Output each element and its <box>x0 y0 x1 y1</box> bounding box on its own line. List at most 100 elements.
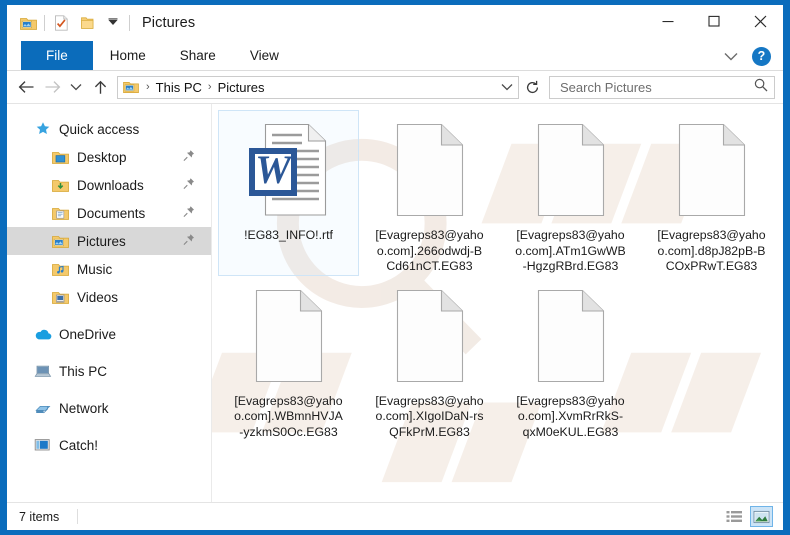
file-name: [Evagreps83@yahoo.com].XIgoIDaN-rsQFkPrM… <box>375 393 484 439</box>
toolbar-divider-2 <box>129 15 130 31</box>
pin-icon[interactable] <box>183 234 195 249</box>
videos-folder-icon <box>51 290 70 305</box>
sidebar-label: OneDrive <box>59 326 117 342</box>
sidebar-item-network[interactable]: Network <box>7 394 211 422</box>
sidebar-label: This PC <box>59 363 108 379</box>
back-button[interactable] <box>13 74 39 100</box>
ribbon-right-controls: ? <box>718 41 779 71</box>
address-bar-controls <box>496 77 518 98</box>
tab-view[interactable]: View <box>233 41 296 70</box>
tab-share[interactable]: Share <box>163 41 233 70</box>
pin-icon[interactable] <box>183 150 195 165</box>
file-item[interactable]: [Evagreps83@yahoo.com].XvmRrRkS-qxM0eKUL… <box>500 276 641 442</box>
pin-icon[interactable] <box>183 206 195 221</box>
explorer-window: Pictures File Home Share View ? › This P… <box>6 4 784 531</box>
chevron-down-icon-address[interactable] <box>496 77 518 98</box>
refresh-button[interactable] <box>519 74 545 100</box>
address-bar[interactable]: › This PC › Pictures <box>117 75 519 99</box>
tab-home[interactable]: Home <box>93 41 163 70</box>
details-view-icon[interactable] <box>723 506 746 527</box>
sidebar-label: Music <box>77 261 113 277</box>
pictures-folder-icon-breadcrumb <box>123 80 139 94</box>
window-title: Pictures <box>142 15 196 31</box>
pin-icon[interactable] <box>183 178 195 193</box>
up-button[interactable] <box>87 74 113 100</box>
file-name: [Evagreps83@yahoo.com].266odwdj-BCd61nCT… <box>375 228 484 273</box>
sidebar-label: Downloads <box>77 177 144 193</box>
recent-locations-button[interactable] <box>65 74 87 100</box>
navigation-pane: Quick access Desktop Downloads Documents… <box>7 104 211 502</box>
sidebar-item-desktop[interactable]: Desktop <box>7 143 211 171</box>
tab-file[interactable]: File <box>21 41 93 70</box>
sidebar-item-pictures[interactable]: Pictures <box>7 227 211 255</box>
pictures-folder-icon <box>51 234 70 249</box>
ribbon-tab-bar: File Home Share View ? <box>7 41 783 71</box>
blank-file-icon <box>523 283 619 389</box>
blank-file-icon <box>523 117 619 223</box>
file-item[interactable]: W !EG83_INFO!.rtf <box>218 110 359 276</box>
file-name: [Evagreps83@yahoo.com].ATm1GwWB-HgzgRBrd… <box>515 228 626 273</box>
sidebar-item-this-pc[interactable]: This PC <box>7 357 211 385</box>
file-name: [Evagreps83@yahoo.com].d8pJ82pB-BCOxPRwT… <box>657 228 766 273</box>
sidebar-item-quick-access[interactable]: Quick access <box>7 115 211 143</box>
minimize-button[interactable] <box>645 5 691 37</box>
search-icon[interactable] <box>754 78 768 97</box>
file-item[interactable]: [Evagreps83@yahoo.com].266odwdj-BCd61nCT… <box>359 110 500 276</box>
pictures-folder-icon[interactable] <box>15 11 41 35</box>
blank-file-icon <box>664 117 760 223</box>
breadcrumb-separator-1[interactable]: › <box>142 81 154 93</box>
close-button[interactable] <box>737 5 783 37</box>
file-item[interactable]: [Evagreps83@yahoo.com].WBmnHVJA-yzkmS0Oc… <box>218 276 359 442</box>
customize-dropdown-icon[interactable] <box>100 11 126 35</box>
downloads-folder-icon <box>51 178 70 193</box>
maximize-button[interactable] <box>691 5 737 37</box>
sidebar-label: Videos <box>77 289 119 305</box>
sidebar-item-documents[interactable]: Documents <box>7 199 211 227</box>
properties-icon[interactable] <box>48 11 74 35</box>
view-mode-buttons <box>723 506 773 527</box>
main-area: Quick access Desktop Downloads Documents… <box>7 103 783 502</box>
sidebar-item-downloads[interactable]: Downloads <box>7 171 211 199</box>
sidebar-label: Pictures <box>77 233 126 249</box>
breadcrumb-this-pc[interactable]: This PC <box>154 80 204 95</box>
help-button[interactable]: ? <box>752 46 771 66</box>
chevron-down-icon[interactable] <box>718 44 744 68</box>
file-name: [Evagreps83@yahoo.com].XvmRrRkS-qxM0eKUL… <box>516 393 625 439</box>
breadcrumb-pictures[interactable]: Pictures <box>216 80 267 95</box>
sidebar-label: Desktop <box>77 149 127 165</box>
documents-folder-icon <box>51 206 70 221</box>
window-controls <box>645 5 783 37</box>
search-input[interactable] <box>558 78 754 96</box>
address-bar-row: › This PC › Pictures <box>7 71 783 103</box>
catch-media-icon <box>33 438 52 452</box>
sidebar-item-onedrive[interactable]: OneDrive <box>7 320 211 348</box>
word-rtf-document-icon: W <box>241 117 337 223</box>
quick-access-toolbar <box>7 11 133 35</box>
new-folder-icon[interactable] <box>74 11 100 35</box>
sidebar-item-music[interactable]: Music <box>7 255 211 283</box>
file-list-pane[interactable]: W !EG83_INFO!.rtf [Evagreps83@yahoo.com]… <box>211 104 783 502</box>
desktop-folder-icon <box>51 150 70 165</box>
sidebar-label: Quick access <box>59 121 140 137</box>
sidebar-item-videos[interactable]: Videos <box>7 283 211 311</box>
file-item[interactable]: [Evagreps83@yahoo.com].ATm1GwWB-HgzgRBrd… <box>500 110 641 276</box>
star-icon <box>33 121 52 137</box>
file-grid: W !EG83_INFO!.rtf [Evagreps83@yahoo.com]… <box>212 104 783 441</box>
forward-button[interactable] <box>39 74 65 100</box>
sidebar-label: Documents <box>77 205 146 221</box>
file-item[interactable]: [Evagreps83@yahoo.com].XIgoIDaN-rsQFkPrM… <box>359 276 500 442</box>
large-icons-view-icon[interactable] <box>750 506 773 527</box>
sidebar-item-catch[interactable]: Catch! <box>7 431 211 459</box>
breadcrumb-separator-2[interactable]: › <box>204 81 216 93</box>
svg-text:W: W <box>255 147 293 192</box>
search-box[interactable] <box>549 75 775 99</box>
this-pc-icon <box>33 364 52 379</box>
file-item[interactable]: [Evagreps83@yahoo.com].d8pJ82pB-BCOxPRwT… <box>641 110 782 276</box>
sidebar-label: Catch! <box>59 437 99 453</box>
toolbar-divider <box>44 15 45 31</box>
file-name: [Evagreps83@yahoo.com].WBmnHVJA-yzkmS0Oc… <box>234 393 343 439</box>
